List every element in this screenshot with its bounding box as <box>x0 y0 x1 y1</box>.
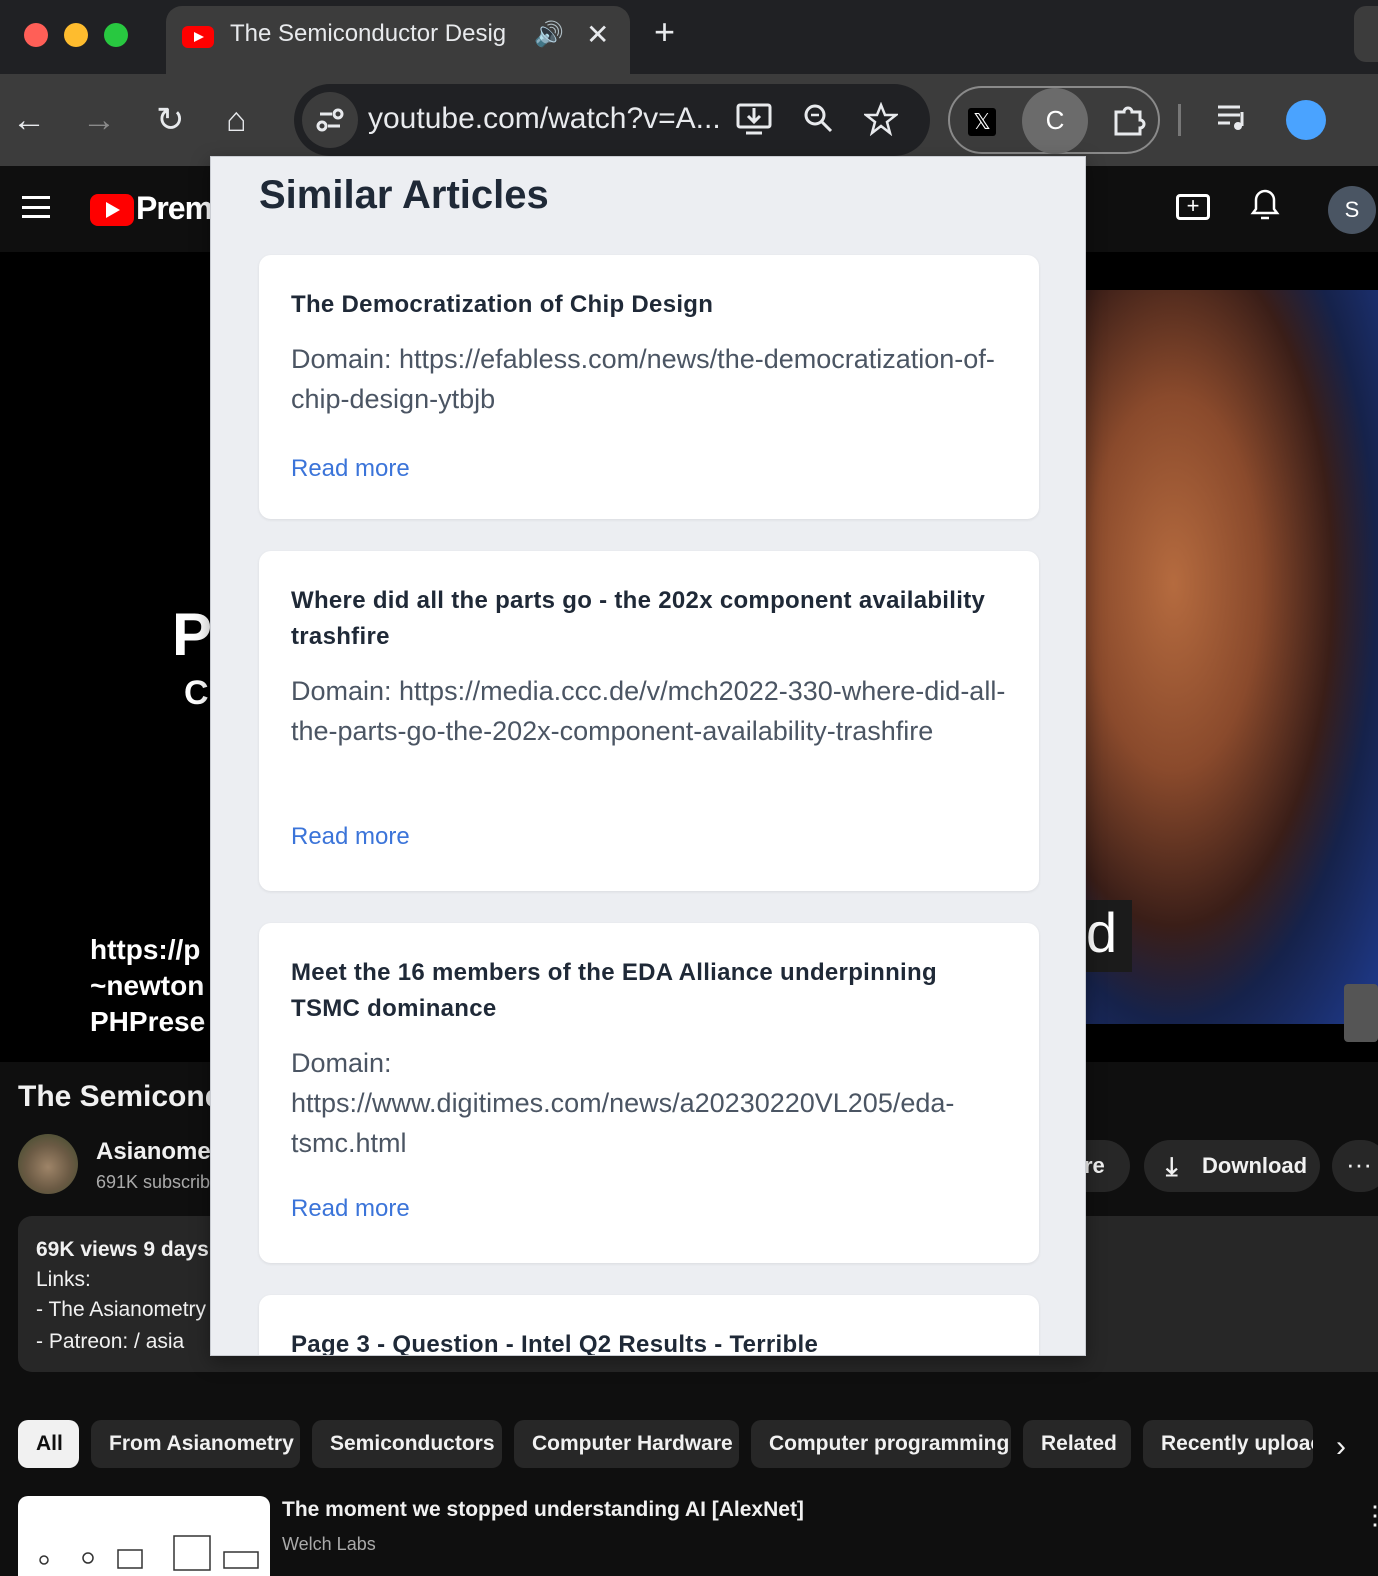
download-label: Download <box>1202 1153 1308 1178</box>
download-button[interactable]: ⤓ Download <box>1144 1140 1320 1192</box>
video-title: The Semicond <box>18 1080 224 1113</box>
minimize-window-button[interactable] <box>64 23 88 47</box>
slide-text-line: PHPrese <box>90 1006 206 1037</box>
zoom-icon[interactable] <box>802 102 834 142</box>
new-tab-button[interactable]: + <box>654 12 675 52</box>
video-caption-box: d <box>1086 900 1132 972</box>
bookmark-star-icon[interactable] <box>862 101 900 144</box>
browser-menu-icon[interactable]: ⋮ <box>1368 98 1378 133</box>
read-more-link[interactable]: Read more <box>291 823 410 851</box>
hamburger-menu-icon[interactable] <box>22 196 50 218</box>
description-stats: 69K views 9 days <box>36 1238 209 1261</box>
article-card: The Democratization of Chip Design Domai… <box>259 255 1039 519</box>
extensions-group: 𝕏 C <box>948 86 1160 154</box>
forward-button[interactable]: → <box>82 102 116 138</box>
description-line: Links: <box>36 1268 91 1291</box>
article-title: The Democratization of Chip Design <box>291 291 714 318</box>
description-line: - Patreon: / asia <box>36 1330 185 1353</box>
channel-avatar[interactable] <box>18 1134 78 1194</box>
back-button[interactable]: ← <box>12 102 46 138</box>
home-button[interactable]: ⌂ <box>226 102 247 138</box>
end-screen-thumbnail[interactable] <box>1344 984 1378 1042</box>
read-more-link[interactable]: Read more <box>291 455 410 483</box>
profile-extension-icon[interactable] <box>1286 100 1326 140</box>
install-app-icon[interactable] <box>736 102 772 144</box>
address-bar[interactable]: youtube.com/watch?v=A... <box>294 84 930 156</box>
youtube-favicon-icon <box>182 26 214 48</box>
toolbar-divider <box>1178 104 1181 136</box>
site-info-icon[interactable] <box>302 92 358 148</box>
article-card: Page 3 - Question - Intel Q2 Results - T… <box>259 1295 1039 1356</box>
chip-computer-hardware[interactable]: Computer Hardware <box>514 1420 739 1468</box>
notifications-bell-icon[interactable] <box>1250 188 1280 231</box>
chip-computer-programming[interactable]: Computer programming <box>751 1420 1011 1468</box>
youtube-logo-icon[interactable] <box>90 194 134 226</box>
chip-from-asianometry[interactable]: From Asianometry <box>91 1420 300 1468</box>
article-card: Where did all the parts go - the 202x co… <box>259 551 1039 891</box>
slide-text-line: ~newton <box>90 970 205 1001</box>
browser-toolbar: ← → ↻ ⌂ youtube.com/watch?v=A... 𝕏 C ⋮ <box>0 74 1378 166</box>
article-domain: Domain: https://efabless.com/news/the-de… <box>291 344 995 414</box>
url-text[interactable]: youtube.com/watch?v=A... <box>368 102 721 136</box>
article-title: Where did all the parts go - the 202x co… <box>291 587 986 650</box>
maximize-window-button[interactable] <box>104 23 128 47</box>
recommendation-thumbnail[interactable] <box>18 1496 270 1576</box>
article-domain: Domain: https://media.ccc.de/v/mch2022-3… <box>291 676 1006 746</box>
slide-text-line: P <box>172 601 213 668</box>
reload-button[interactable]: ↻ <box>156 102 185 138</box>
article-domain: Domain: https://www.digitimes.com/news/a… <box>291 1048 955 1158</box>
more-actions-button[interactable]: ··· <box>1332 1140 1378 1192</box>
chip-related[interactable]: Related <box>1023 1420 1131 1468</box>
account-avatar[interactable]: S <box>1328 186 1376 234</box>
recommendation-channel[interactable]: Welch Labs <box>282 1534 376 1555</box>
article-card: Meet the 16 members of the EDA Alliance … <box>259 923 1039 1263</box>
similar-articles-popup: Similar Articles The Democratization of … <box>210 156 1086 1356</box>
browser-tabstrip: The Semiconductor Desig 🔊 ✕ + <box>0 0 1378 74</box>
tab-title: The Semiconductor Desig <box>230 20 507 47</box>
description-line: - The Asianometry <box>36 1298 207 1321</box>
slide-text-line: https://p <box>90 934 201 965</box>
popup-title: Similar Articles <box>259 173 549 217</box>
article-title: Page 3 - Question - Intel Q2 Results - T… <box>291 1331 819 1356</box>
chip-semiconductors[interactable]: Semiconductors <box>312 1420 502 1468</box>
tab-search-button[interactable] <box>1354 6 1378 62</box>
slide-text-line: C <box>184 674 209 712</box>
recommendation-menu-icon[interactable]: ⋮ <box>1362 1500 1378 1531</box>
filter-chips: All From Asianometry Semiconductors Comp… <box>0 1420 1378 1468</box>
channel-subscriber-count: 691K subscrib <box>96 1172 211 1192</box>
channel-name[interactable]: Asianomet <box>96 1138 219 1166</box>
tab-close-icon[interactable]: ✕ <box>586 18 609 51</box>
chip-recently-uploaded[interactable]: Recently uploac <box>1143 1420 1313 1468</box>
c-extension-button[interactable]: C <box>1022 88 1088 154</box>
extensions-puzzle-icon[interactable] <box>1112 102 1146 144</box>
close-window-button[interactable] <box>24 23 48 47</box>
create-video-icon[interactable]: + <box>1176 194 1210 220</box>
x-extension-icon[interactable]: 𝕏 <box>968 108 996 136</box>
download-icon: ⤓ <box>1166 1151 1178 1181</box>
article-title: Meet the 16 members of the EDA Alliance … <box>291 959 937 1022</box>
chevron-right-icon[interactable]: › <box>1336 1430 1346 1464</box>
speaker-icon[interactable]: 🔊 <box>534 20 564 49</box>
chip-all[interactable]: All <box>18 1420 79 1468</box>
media-controls-icon[interactable] <box>1216 102 1250 140</box>
recommendation-title[interactable]: The moment we stopped understanding AI [… <box>282 1498 804 1522</box>
read-more-link[interactable]: Read more <box>291 1195 410 1223</box>
browser-tab-active[interactable]: The Semiconductor Desig 🔊 ✕ <box>166 6 630 74</box>
